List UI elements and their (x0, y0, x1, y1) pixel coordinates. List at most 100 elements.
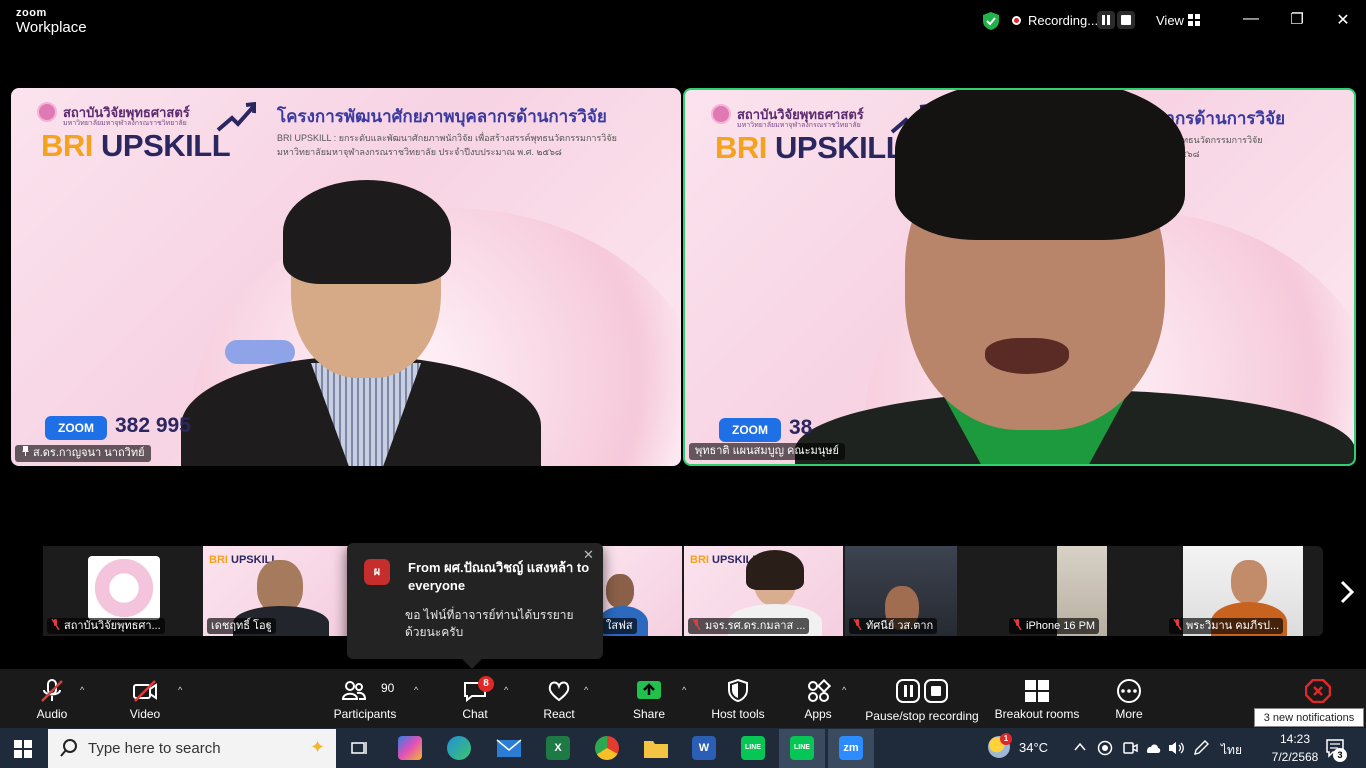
audio-button[interactable]: Audio (26, 669, 78, 728)
chat-unread-badge: 8 (478, 676, 494, 692)
mail-app-icon[interactable] (496, 737, 522, 759)
end-meeting-icon[interactable] (1305, 679, 1331, 703)
chrome-app-icon[interactable] (595, 736, 619, 760)
file-explorer-icon[interactable] (643, 737, 669, 759)
slide-subline: BRI UPSKILL : ยกระดับและพัฒนาศักยภาพนักว… (277, 132, 617, 159)
share-screen-icon (637, 681, 661, 699)
participants-options-caret[interactable]: ^ (414, 685, 418, 695)
pause-stop-recording-label: Pause/stop recording (865, 709, 979, 723)
gallery-thumb[interactable]: ทัศนีย์ วส.ตาก (845, 546, 957, 636)
copilot-sparkle-icon: ✦ (310, 737, 326, 757)
camera-tray-icon[interactable] (1122, 740, 1138, 756)
shield-icon (728, 679, 748, 703)
encryption-shield-icon[interactable] (982, 11, 1000, 31)
slide-zoom-number: 382 995 (115, 414, 191, 437)
speaker-icon[interactable] (1167, 740, 1185, 756)
copilot-app-icon[interactable] (398, 736, 422, 760)
recording-indicator-icon (1012, 16, 1021, 25)
upskill-text: UPSKILL (775, 130, 905, 165)
mic-muted-icon (1013, 619, 1022, 630)
institute-logo-icon (37, 102, 57, 122)
breakout-rooms-button[interactable]: Breakout rooms (994, 669, 1080, 728)
gallery-thumb[interactable]: สถาบันวิจัยพุทธศา... (43, 546, 200, 636)
close-window-button[interactable]: ✕ (1333, 10, 1353, 30)
video-tile-left[interactable]: สถาบันวิจัยพุทธศาสตร์ มหาวิทยาลัยมหาจุฬา… (11, 88, 681, 466)
close-popup-button[interactable]: ✕ (583, 547, 594, 563)
share-options-caret[interactable]: ^ (682, 685, 686, 695)
gallery-thumb[interactable]: พระวิมาน คมภีรป... (1165, 546, 1303, 636)
recording-label: Recording... (1028, 13, 1099, 28)
search-icon (60, 739, 77, 757)
participant-name-left-text: ส.ดร.กาญจนา นาถวิทย์ (33, 447, 145, 459)
stop-recording-button[interactable] (1117, 11, 1135, 29)
apps-options-caret[interactable]: ^ (842, 685, 846, 695)
mic-muted-icon (853, 619, 862, 630)
gallery-thumb[interactable]: BRI UPSKILL มจร.รศ.ดร.กมลาส ... (684, 546, 843, 636)
gallery-strip: สถาบันวิจัยพุทธศา... BRI UPSKILL เดชฤทธิ… (43, 546, 1323, 636)
grid-view-icon[interactable] (1188, 14, 1200, 26)
mini-slide-bri: BRI (209, 554, 228, 566)
taskbar-search-input[interactable]: Type here to search ✦ (48, 729, 336, 768)
view-menu-button[interactable]: View (1156, 13, 1184, 28)
pause-recording-button[interactable] (1097, 11, 1115, 29)
chevron-up-icon[interactable] (1074, 742, 1086, 752)
share-label: Share (632, 707, 666, 721)
restore-button[interactable]: ❐ (1287, 10, 1307, 28)
task-view-icon[interactable] (350, 738, 370, 758)
gallery-next-arrow-icon[interactable] (1334, 578, 1358, 606)
gallery-thumb-name: พระวิมาน คมภีรป... (1186, 620, 1280, 632)
gallery-thumb[interactable]: BRI UPSKILL เดชฤทธิ์ โอฐู (203, 546, 349, 636)
pen-icon[interactable] (1192, 740, 1210, 756)
record-tray-icon[interactable] (1097, 740, 1113, 756)
edge-app-icon[interactable] (447, 736, 471, 760)
input-language[interactable]: ไทย (1221, 741, 1242, 760)
chat-button[interactable]: 8 Chat (452, 669, 498, 728)
pin-icon (22, 446, 29, 456)
react-options-caret[interactable]: ^ (584, 685, 588, 695)
clock-time[interactable]: 14:23 (1268, 732, 1322, 746)
participant-name-right: พุทธาติ แผนสมบูญ คณะมนุษย์ (689, 443, 845, 460)
chat-options-caret[interactable]: ^ (504, 685, 508, 695)
video-button[interactable]: Video (120, 669, 170, 728)
chat-notification-popup[interactable]: ผ From ผศ.ปัณณวิชญ์ แสงหล้า to everyone … (347, 543, 603, 659)
video-options-caret[interactable]: ^ (178, 685, 182, 695)
more-button[interactable]: More (1108, 669, 1150, 728)
gallery-thumb[interactable]: ใสฟส (598, 546, 682, 636)
heart-icon (548, 681, 570, 702)
sender-avatar: ผ (364, 559, 390, 585)
pause-stop-recording-button[interactable]: Pause/stop recording (864, 669, 980, 728)
gallery-thumb-name: ทัศนีย์ วส.ตาก (866, 620, 934, 632)
gallery-thumb-name: iPhone 16 PM (1026, 620, 1096, 632)
participant-name-left: ส.ดร.กาญจนา นาถวิทย์ (15, 445, 151, 462)
breakout-rooms-label: Breakout rooms (994, 707, 1080, 721)
video-tile-active-speaker[interactable]: สถาบันวิจัยพุทธศาสตร์ มหาวิทยาลัยมหาจุฬา… (683, 88, 1356, 466)
bri-upskill-logo: BRI UPSKILL (41, 128, 231, 164)
react-button[interactable]: React (536, 669, 582, 728)
slide-subline-2: มหาวิทยาลัยมหาจุฬาลงกรณราชวิทยาลัย ประจำ… (277, 146, 562, 157)
mic-muted-icon (41, 679, 63, 702)
excel-app-icon[interactable]: X (546, 736, 570, 760)
host-tools-button[interactable]: Host tools (706, 669, 770, 728)
breakout-rooms-icon (1025, 680, 1049, 702)
audio-options-caret[interactable]: ^ (80, 685, 84, 695)
apps-icon (808, 679, 831, 702)
cloud-icon[interactable] (1144, 741, 1162, 755)
institute-logo-icon (711, 104, 731, 124)
line-app-icon-active[interactable]: LINE (790, 736, 814, 760)
chat-message: ขอ ไฟน์ที่อาจารย์ท่านได้บรรยายด้วยนะครับ (405, 608, 574, 639)
minimize-button[interactable]: — (1241, 10, 1261, 28)
windows-start-icon[interactable] (14, 740, 32, 758)
zoom-app-icon[interactable]: zm (839, 736, 863, 760)
apps-button[interactable]: Apps (796, 669, 840, 728)
mic-muted-icon (1173, 619, 1182, 630)
search-placeholder: Type here to search (88, 740, 221, 757)
word-app-icon[interactable]: W (692, 736, 716, 760)
clock-date[interactable]: 7/2/2568 (1262, 750, 1328, 764)
participants-button[interactable]: 90 Participants (330, 669, 400, 728)
bri-text: BRI (715, 130, 767, 165)
bri-text: BRI (41, 128, 93, 163)
share-button[interactable]: Share (626, 669, 672, 728)
participants-label: Participants (333, 707, 397, 721)
line-app-icon[interactable]: LINE (741, 736, 765, 760)
gallery-thumb[interactable]: iPhone 16 PM (1005, 546, 1111, 636)
